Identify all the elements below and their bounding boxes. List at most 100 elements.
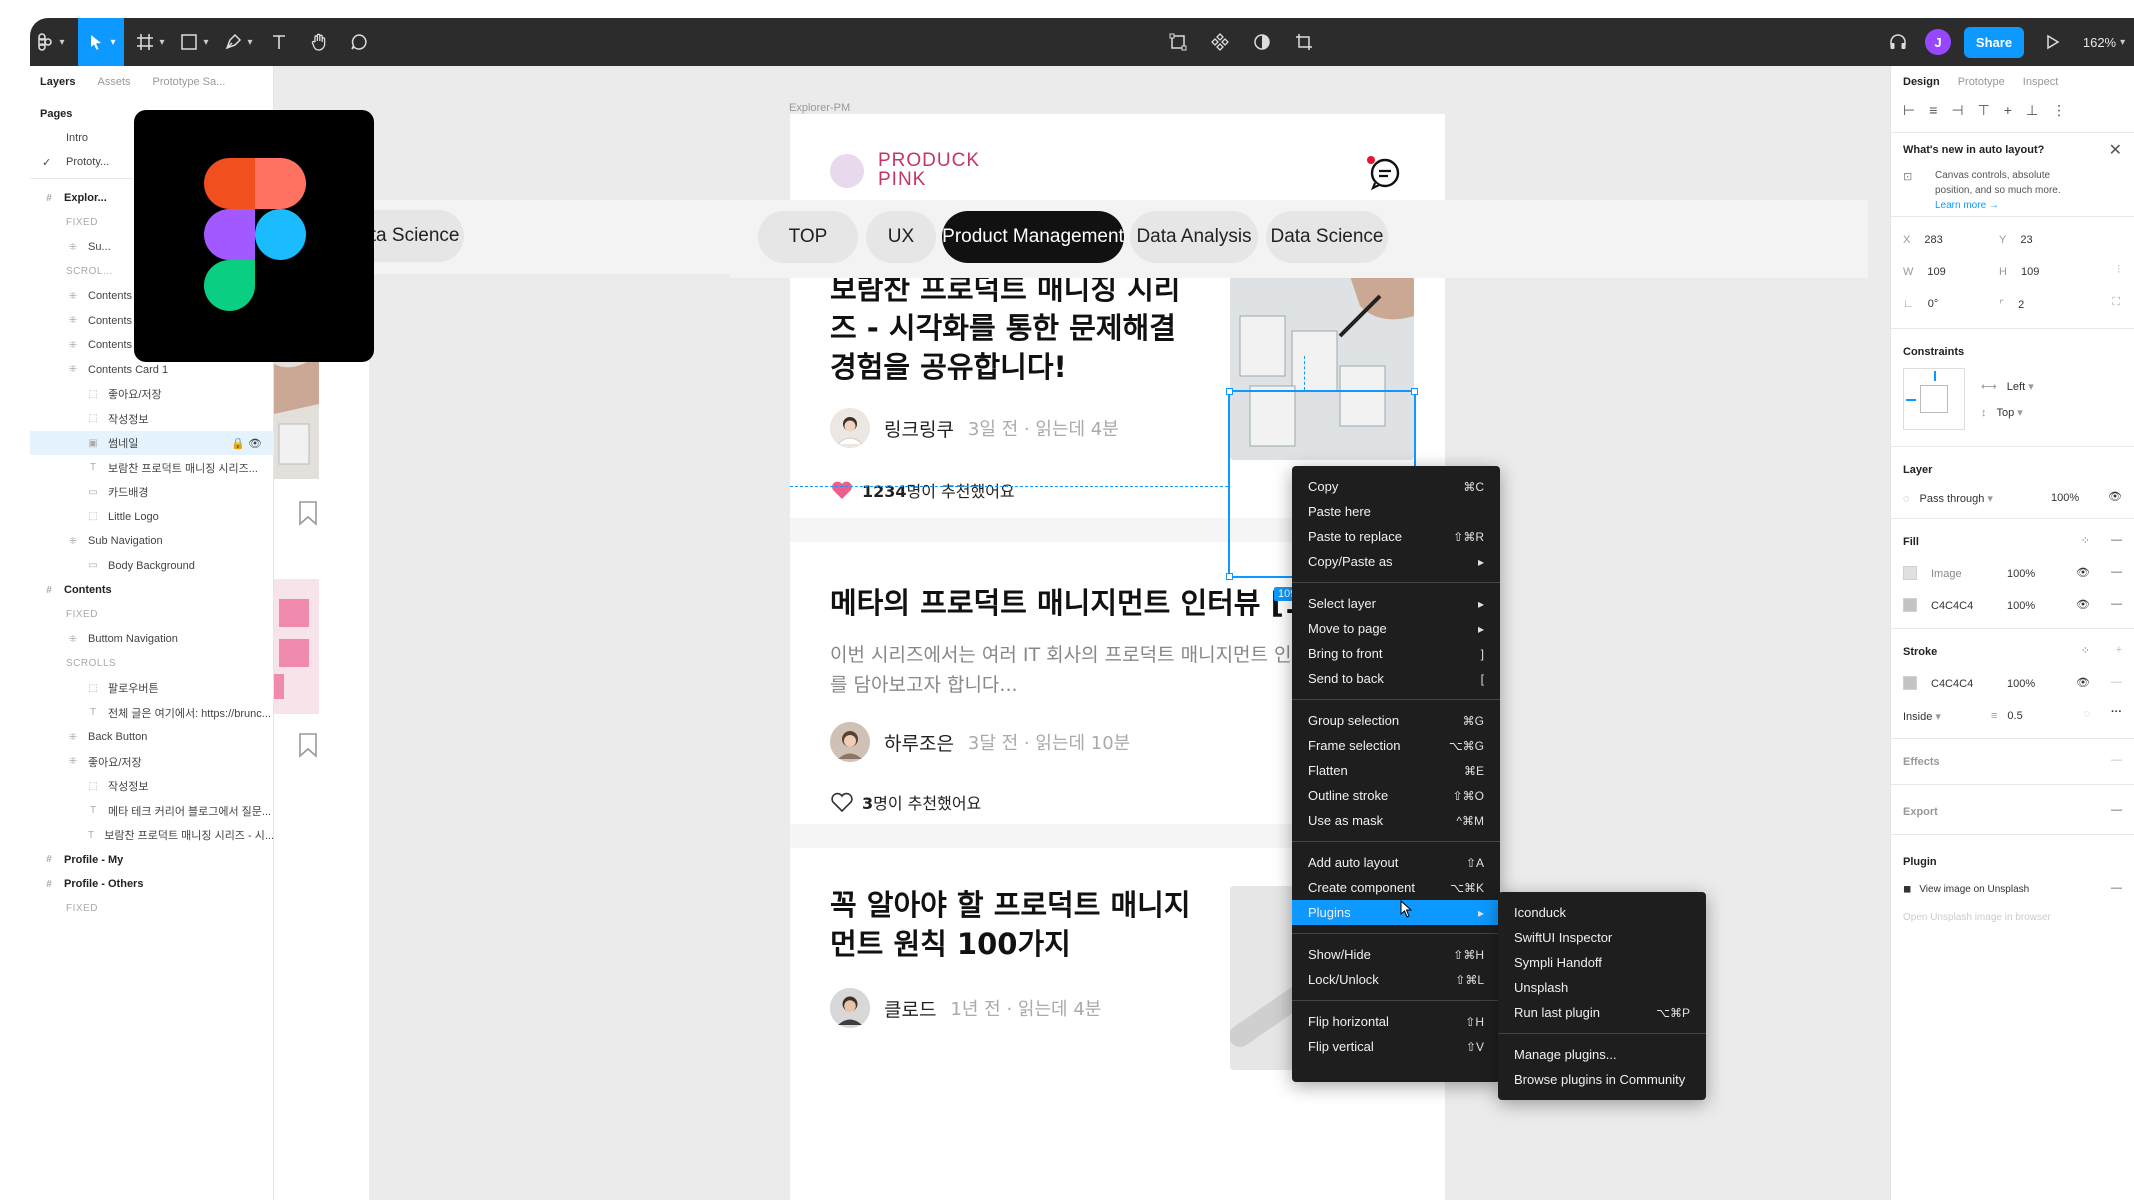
heart-filled-icon[interactable] — [830, 479, 854, 501]
menu-item[interactable]: Sympli Handoff — [1498, 950, 1706, 975]
menu-item[interactable]: Flatten ⌘E — [1292, 758, 1500, 783]
constraint-vertical-dropdown[interactable]: ↕ Top ▾ — [1981, 406, 2023, 419]
layer-row[interactable]: ⁜ Back Button — [30, 725, 274, 749]
tab-prototype-sandbox[interactable]: Prototype Sa... — [153, 76, 226, 88]
w-field[interactable]: W 109 — [1903, 266, 1946, 278]
edit-object-button[interactable] — [1160, 18, 1196, 66]
shape-tool-button[interactable]: ▾ — [174, 18, 214, 66]
bookmark-icon[interactable] — [298, 732, 318, 758]
minus-icon[interactable]: — — [2111, 566, 2122, 578]
align-center-v-icon[interactable]: + — [2004, 102, 2012, 119]
bookmark-icon[interactable] — [298, 500, 318, 526]
hand-tool-button[interactable] — [302, 18, 336, 66]
create-component-button[interactable] — [1202, 18, 1238, 66]
tab-inspect[interactable]: Inspect — [2023, 76, 2058, 88]
share-button[interactable]: Share — [1963, 26, 2025, 58]
minus-icon[interactable]: — — [2111, 804, 2122, 816]
align-top-icon[interactable]: ⊤ — [1978, 102, 1990, 119]
menu-item[interactable]: Bring to front] — [1292, 641, 1500, 666]
menu-item[interactable]: Paste to replace ⇧⌘R — [1292, 524, 1500, 549]
category-tab[interactable]: TOP — [758, 211, 858, 263]
menu-item[interactable]: Paste here — [1292, 499, 1500, 524]
minus-icon[interactable]: — — [2111, 754, 2122, 766]
eye-icon[interactable]: 👁 — [2108, 490, 2122, 503]
crop-button[interactable] — [1286, 18, 1322, 66]
stroke-weight-field[interactable]: ≡ 0.5 — [1991, 710, 2023, 722]
menu-item[interactable]: Select layer ▸ — [1292, 591, 1500, 616]
layer-row[interactable]: T 메타 테크 커리어 블로그에서 질문... — [30, 799, 274, 823]
minus-icon[interactable]: — — [2111, 598, 2122, 610]
layer-row[interactable]: # Profile - My — [30, 848, 274, 872]
layer-row[interactable]: ⬚ 좋아요/저장 — [30, 382, 274, 406]
menu-item[interactable]: Flip horizontal ⇧H — [1292, 1009, 1500, 1034]
fill-name[interactable]: C4C4C4 — [1931, 600, 1973, 612]
h-field[interactable]: H 109 — [1999, 266, 2039, 278]
resize-handle[interactable] — [1226, 388, 1233, 395]
menu-item[interactable]: Iconduck — [1498, 900, 1706, 925]
stroke-position-dropdown[interactable]: Inside ▾ — [1903, 710, 1941, 723]
minus-icon[interactable]: — — [2111, 534, 2122, 546]
constrain-proportions-icon[interactable]: ⫶ — [2117, 264, 2120, 277]
eye-icon[interactable]: 👁 — [2076, 598, 2090, 611]
eye-icon[interactable]: 👁 — [2076, 566, 2090, 579]
radius-field[interactable]: ⌜ 2 — [1999, 298, 2024, 311]
tab-design[interactable]: Design — [1903, 76, 1940, 88]
image-fill-swatch[interactable] — [1903, 566, 1917, 580]
comment-tool-button[interactable] — [342, 18, 376, 66]
styles-icon[interactable]: ⁘ — [2081, 534, 2090, 547]
menu-item[interactable]: Create component ⌥⌘K — [1292, 875, 1500, 900]
heart-outline-icon[interactable] — [830, 791, 854, 813]
menu-item[interactable]: Run last plugin ⌥⌘P — [1498, 1000, 1706, 1025]
menu-item[interactable]: Copy ⌘C — [1292, 474, 1500, 499]
layer-row[interactable]: T 전체 글은 여기에서: https://brunc... — [30, 701, 274, 725]
constraints-widget[interactable] — [1903, 368, 1965, 430]
minus-icon[interactable]: — — [2111, 882, 2122, 894]
fill-opacity[interactable]: 100% — [2007, 600, 2035, 612]
stroke-sides-icon[interactable]: ◌ — [2083, 708, 2090, 720]
zoom-dropdown[interactable]: 162% ▾ — [2076, 18, 2132, 66]
main-menu-button[interactable]: ▾ — [30, 18, 70, 66]
x-field[interactable]: X 283 — [1903, 234, 1943, 246]
more-icon[interactable]: ··· — [2111, 706, 2122, 718]
layer-row[interactable]: # Profile - Others — [30, 872, 274, 896]
menu-item[interactable]: Plugins ▸ — [1292, 900, 1500, 925]
category-tab[interactable]: Product Management — [942, 211, 1124, 263]
menu-item[interactable]: Show/Hide ⇧⌘H — [1292, 942, 1500, 967]
unsplash-plugin-item[interactable]: ◼ View image on Unsplash — [1903, 884, 2029, 895]
menu-item[interactable]: Send to back [ — [1292, 666, 1500, 691]
layer-row[interactable]: ▭ Body Background — [30, 554, 274, 578]
align-bottom-icon[interactable]: ⊥ — [2026, 102, 2038, 119]
menu-item[interactable]: Use as mask ^⌘M — [1292, 808, 1500, 833]
tab-layers[interactable]: Layers — [40, 76, 75, 88]
menu-item[interactable]: Browse plugins in Community — [1498, 1067, 1706, 1092]
rotation-field[interactable]: ∟ 0° — [1903, 298, 1938, 310]
text-tool-button[interactable] — [262, 18, 296, 66]
fill-name[interactable]: Image — [1931, 568, 1962, 580]
menu-item[interactable]: Flip vertical ⇧V — [1292, 1034, 1500, 1059]
blend-mode-dropdown[interactable]: ◌ Pass through ▾ — [1903, 492, 1993, 505]
lock-visibility-icons[interactable]: 🔒 👁 — [231, 437, 262, 450]
layer-row[interactable]: # Contents — [30, 578, 274, 602]
constraint-horizontal-dropdown[interactable]: ⟷ Left ▾ — [1981, 380, 2034, 393]
eye-icon[interactable]: 👁 — [2076, 676, 2090, 689]
layer-row[interactable]: ⁜ 좋아요/저장 — [30, 750, 274, 774]
independent-corners-icon[interactable]: ⛶ — [2112, 296, 2120, 309]
menu-item[interactable]: SwiftUI Inspector — [1498, 925, 1706, 950]
category-tab[interactable]: UX — [866, 211, 936, 263]
menu-item[interactable]: Lock/Unlock ⇧⌘L — [1292, 967, 1500, 992]
resize-handle[interactable] — [1226, 573, 1233, 580]
menu-item[interactable]: Outline stroke ⇧⌘O — [1292, 783, 1500, 808]
plus-icon[interactable]: + — [2116, 644, 2122, 656]
frame-tool-button[interactable]: ▾ — [130, 18, 170, 66]
fill-opacity[interactable]: 100% — [2007, 568, 2035, 580]
stroke-opacity[interactable]: 100% — [2007, 678, 2035, 690]
close-icon[interactable]: ✕ — [2109, 140, 2122, 160]
chat-notification-icon[interactable] — [1364, 152, 1404, 192]
layer-row[interactable]: ⁜ Buttom Navigation — [30, 627, 274, 651]
tab-prototype[interactable]: Prototype — [1958, 76, 2005, 88]
present-button[interactable] — [2034, 18, 2070, 66]
styles-icon[interactable]: ⁘ — [2081, 644, 2090, 657]
stroke-name[interactable]: C4C4C4 — [1931, 678, 1973, 690]
category-tab[interactable]: Data Analysis — [1130, 211, 1258, 263]
resize-handle[interactable] — [1411, 388, 1418, 395]
